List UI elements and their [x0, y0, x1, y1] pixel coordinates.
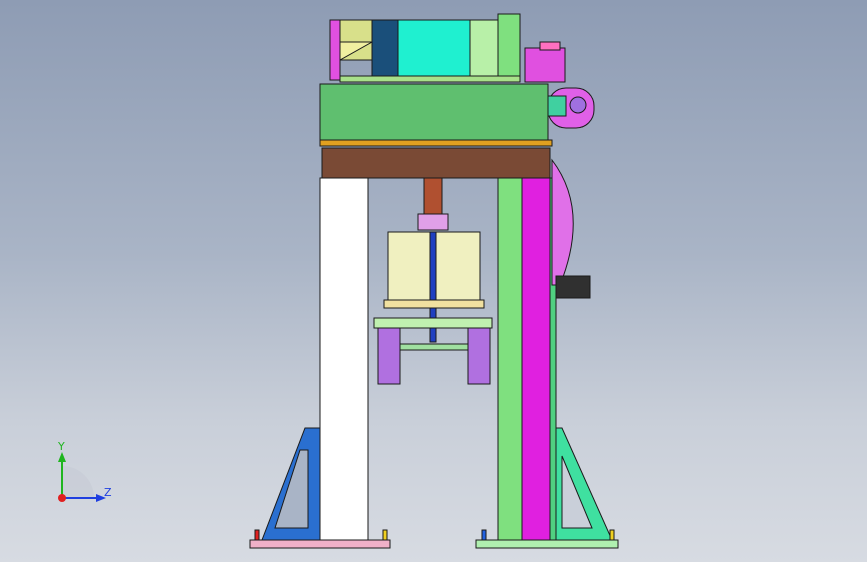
y-axis-arrow [58, 452, 66, 462]
right-column-magenta[interactable] [521, 177, 551, 541]
z-axis-label: Z [104, 486, 112, 499]
main-beam[interactable] [321, 147, 551, 179]
upper-frame[interactable] [319, 83, 549, 141]
left-column[interactable] [319, 177, 369, 541]
spindle[interactable] [423, 177, 443, 215]
right-base-plate[interactable] [475, 539, 619, 549]
arc-guide[interactable] [551, 158, 574, 286]
side-motor-top [539, 41, 561, 51]
left-base-plate[interactable] [249, 539, 391, 549]
right-bolt [481, 529, 487, 541]
top-bracket-right[interactable] [497, 13, 521, 77]
coordinate-triad: Y Z [57, 440, 112, 502]
left-bolt [254, 529, 260, 541]
arm-unit[interactable] [555, 275, 591, 299]
spindle-flange[interactable] [417, 213, 449, 231]
top-bracket-left[interactable] [329, 19, 341, 81]
right-housing-hub[interactable] [569, 96, 587, 114]
top-rail [339, 75, 521, 83]
motor-body[interactable] [397, 19, 471, 77]
assembly-model[interactable] [0, 0, 867, 562]
triad-quadrant [62, 466, 94, 498]
right-bolt-2 [609, 529, 615, 541]
side-motor[interactable] [524, 47, 566, 83]
3d-viewport[interactable]: Y Z [0, 0, 867, 562]
right-column-green[interactable] [497, 177, 523, 541]
left-bolt-2 [382, 529, 388, 541]
clamp-right[interactable] [467, 327, 491, 385]
carriage-plate[interactable] [383, 299, 485, 309]
left-brace-cutout [274, 449, 309, 529]
motor-end-cap[interactable] [469, 19, 499, 77]
clamp-crossbar [399, 343, 469, 351]
x-axis-origin [58, 494, 66, 502]
right-housing-block [547, 95, 567, 117]
motor-dark-block[interactable] [371, 19, 399, 77]
clamp-plate[interactable] [373, 317, 493, 329]
y-axis-label: Y [57, 440, 65, 453]
beam-top-strip [319, 139, 553, 147]
clamp-left[interactable] [377, 327, 401, 385]
